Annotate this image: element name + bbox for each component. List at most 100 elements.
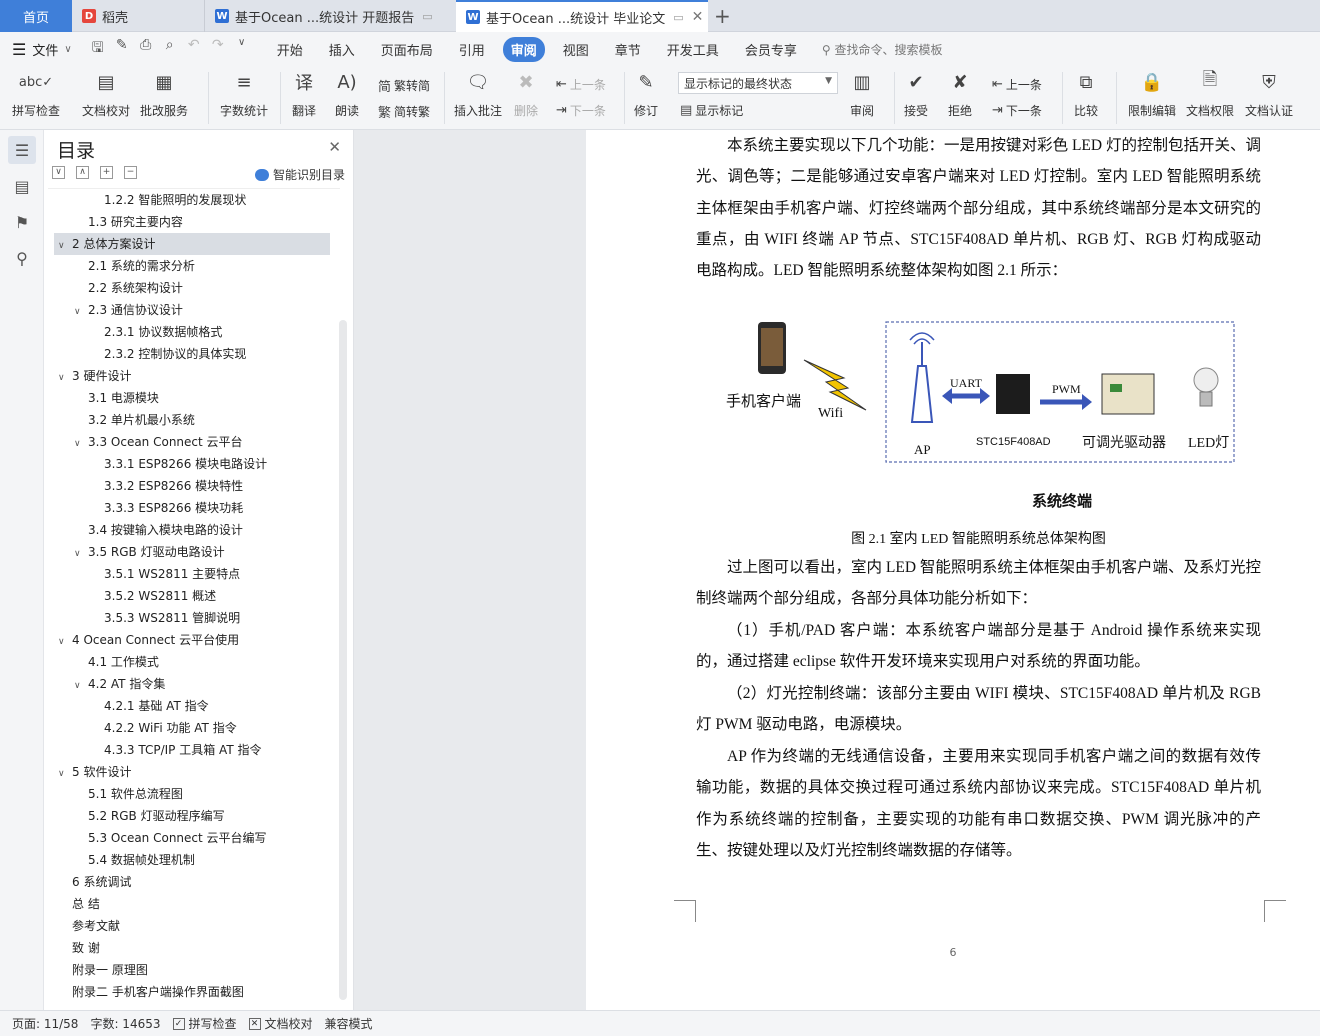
toc-item[interactable]: 1.2.2 智能照明的发展现状	[54, 189, 330, 211]
close-tab-icon[interactable]: ✕	[684, 9, 704, 25]
redo-icon[interactable]: ↷	[206, 37, 230, 61]
toc-item[interactable]: 参考文献	[54, 915, 330, 937]
simp-to-trad-button[interactable]: 繁简转繁	[378, 102, 430, 121]
toc-item[interactable]: 5.2 RGB 灯驱动程序编写	[54, 805, 330, 827]
toc-item[interactable]: 3.3.2 ESP8266 模块特性	[54, 475, 330, 497]
document-page[interactable]: 本系统主要实现以下几个功能：一是用按键对彩色 LED 灯的控制包括开关、调光、调…	[586, 130, 1320, 1010]
toc-item[interactable]: 5.1 软件总流程图	[54, 783, 330, 805]
toc-item[interactable]: 4.2.2 WiFi 功能 AT 指令	[54, 717, 330, 739]
show-markup-button[interactable]: ▤ 显示标记	[680, 102, 743, 119]
menu-chapter[interactable]: 章节	[607, 37, 649, 62]
toc-item[interactable]: 5.4 数据帧处理机制	[54, 849, 330, 871]
toc-item[interactable]: ∨ 3.5 RGB 灯驱动电路设计	[54, 541, 330, 563]
toc-item[interactable]: 2.3.1 协议数据帧格式	[54, 321, 330, 343]
compare-button[interactable]: ⧉ 比较	[1072, 68, 1100, 119]
word-count-button[interactable]: ≡ 字数统计	[220, 68, 268, 119]
trad-to-simp-button[interactable]: 简繁转简	[378, 76, 430, 95]
toc-item[interactable]: 3.3.1 ESP8266 模块电路设计	[54, 453, 330, 475]
page-indicator[interactable]: 页面: 11/58	[12, 1015, 78, 1032]
doc-cert-button[interactable]: ⛨ 文档认证	[1245, 68, 1293, 119]
undo-icon[interactable]: ↶	[182, 37, 206, 61]
accept-button[interactable]: ✔ 接受	[902, 68, 930, 119]
toc-item[interactable]: 5.3 Ocean Connect 云平台编写	[54, 827, 330, 849]
delete-comment-button[interactable]: ✖ 删除	[512, 68, 540, 119]
prev-change-button[interactable]: ⇤ 上一条	[992, 76, 1042, 93]
file-menu[interactable]: ☰ 文件 ∨	[12, 40, 72, 59]
translate-button[interactable]: 译 翻译	[290, 68, 318, 119]
insert-comment-button[interactable]: 🗨 插入批注	[454, 68, 502, 119]
customize-dropdown-icon[interactable]: ∨	[230, 37, 254, 61]
toc-item[interactable]: ∨ 4.2 AT 指令集	[54, 673, 330, 695]
collapse-up-icon[interactable]: ∧	[76, 166, 89, 179]
smart-toc-button[interactable]: 智能识别目录	[254, 166, 345, 183]
toc-item[interactable]: ∨ 3.3 Ocean Connect 云平台	[54, 431, 330, 453]
track-changes-button[interactable]: ✎ 修订	[632, 68, 660, 119]
toc-scrollbar[interactable]	[339, 320, 347, 1000]
toc-item[interactable]: 3.5.3 WS2811 管脚说明	[54, 607, 330, 629]
spellcheck-button[interactable]: abc✓ 拼写检查	[12, 68, 60, 119]
word-count-indicator[interactable]: 字数: 14653	[90, 1015, 160, 1032]
prev-comment-button[interactable]: ⇤ 上一条	[556, 76, 606, 93]
tab-doc-proposal[interactable]: W 基于Ocean ...统设计 开题报告 ▭	[204, 0, 454, 32]
reject-button[interactable]: ✘ 拒绝	[946, 68, 974, 119]
toc-item[interactable]: 3.2 单片机最小系统	[54, 409, 330, 431]
menu-review[interactable]: 审阅	[502, 36, 545, 62]
review-pane-button[interactable]: ▥ 审阅	[848, 68, 876, 119]
toc-item[interactable]: 4.1 工作模式	[54, 651, 330, 673]
print-preview-icon[interactable]: ⌕	[158, 37, 182, 61]
batch-revise-button[interactable]: ▦ 批改服务	[140, 68, 188, 119]
menu-page-layout[interactable]: 页面布局	[373, 37, 441, 62]
toc-item[interactable]: 3.5.1 WS2811 主要特点	[54, 563, 330, 585]
command-search[interactable]: ⚲ 查找命令、搜索模板	[822, 41, 943, 58]
tab-doc-thesis[interactable]: W 基于Ocean ...统设计 毕业论文 ▭ ✕	[456, 0, 708, 32]
chevron-down-icon[interactable]: ∨	[74, 301, 88, 323]
save-icon[interactable]: 🖫	[86, 37, 110, 61]
chevron-down-icon[interactable]: ∨	[58, 235, 72, 257]
toc-pane-icon[interactable]: ☰	[8, 136, 36, 164]
toc-item[interactable]: 1.3 研究主要内容	[54, 211, 330, 233]
close-icon[interactable]: ✕	[328, 138, 341, 156]
next-change-button[interactable]: ⇥ 下一条	[992, 102, 1042, 119]
doc-proof-button[interactable]: ▤ 文档校对	[82, 68, 130, 119]
toc-item[interactable]: 致 谢	[54, 937, 330, 959]
menu-insert[interactable]: 插入	[321, 37, 363, 62]
toc-item[interactable]: ∨ 3 硬件设计	[54, 365, 330, 387]
proof-toggle[interactable]: ✕ 文档校对	[248, 1015, 313, 1032]
bookmark-icon[interactable]: ⚑	[8, 208, 36, 236]
chevron-down-icon[interactable]: ∨	[58, 631, 72, 653]
print-icon[interactable]: ⎙	[134, 37, 158, 61]
tab-daoke[interactable]: D 稻壳	[72, 0, 202, 32]
new-tab-icon[interactable]: +	[714, 4, 731, 28]
expand-all-icon[interactable]: +	[100, 166, 113, 179]
spellcheck-toggle[interactable]: ✓ 拼写检查	[172, 1015, 237, 1032]
toc-item[interactable]: 4.3.3 TCP/IP 工具箱 AT 指令	[54, 739, 330, 761]
toc-item[interactable]: 3.5.2 WS2811 概述	[54, 585, 330, 607]
chevron-down-icon[interactable]: ∨	[74, 433, 88, 455]
toc-item[interactable]: ∨ 5 软件设计	[54, 761, 330, 783]
next-comment-button[interactable]: ⇥ 下一条	[556, 102, 606, 119]
menu-developer[interactable]: 开发工具	[659, 37, 727, 62]
chevron-down-icon[interactable]: ∨	[74, 675, 88, 697]
toc-item[interactable]: 3.4 按键输入模块电路的设计	[54, 519, 330, 541]
read-aloud-button[interactable]: A) 朗读	[333, 68, 361, 119]
toc-item[interactable]: 4.2.1 基础 AT 指令	[54, 695, 330, 717]
menu-member[interactable]: 会员专享	[737, 37, 805, 62]
search-icon[interactable]: ⚲	[8, 244, 36, 272]
restrict-edit-button[interactable]: 🔒 限制编辑	[1128, 68, 1176, 119]
format-painter-icon[interactable]: ✎	[110, 37, 134, 61]
toc-item[interactable]: 2.3.2 控制协议的具体实现	[54, 343, 330, 365]
toc-item[interactable]: 附录一 原理图	[54, 959, 330, 981]
toc-item[interactable]: 3.3.3 ESP8266 模块功耗	[54, 497, 330, 519]
markup-state-select[interactable]: 显示标记的最终状态 ▼	[678, 72, 838, 94]
doc-rights-button[interactable]: 🗎 文档权限	[1186, 68, 1234, 119]
menu-view[interactable]: 视图	[555, 37, 597, 62]
chevron-down-icon[interactable]: ∨	[58, 367, 72, 389]
toc-item[interactable]: 2.1 系统的需求分析	[54, 255, 330, 277]
toc-item[interactable]: ∨ 2.3 通信协议设计	[54, 299, 330, 321]
chapter-nav-icon[interactable]: ▤	[8, 172, 36, 200]
expand-down-icon[interactable]: ∨	[52, 166, 65, 179]
chevron-down-icon[interactable]: ∨	[58, 763, 72, 785]
toc-item[interactable]: 总 结	[54, 893, 330, 915]
toc-item[interactable]: ∨ 4 Ocean Connect 云平台使用	[54, 629, 330, 651]
chevron-down-icon[interactable]: ∨	[74, 543, 88, 565]
